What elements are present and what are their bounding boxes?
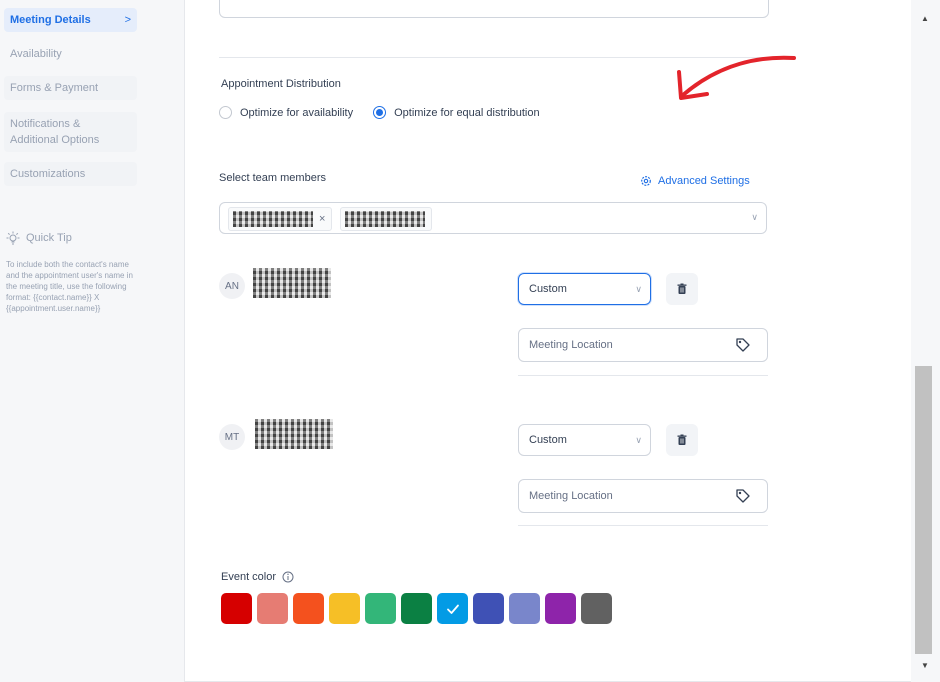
quick-tip-title: Quick Tip: [26, 232, 72, 244]
gear-icon: [641, 176, 651, 186]
chevron-right-icon: >: [124, 14, 131, 26]
color-swatch[interactable]: [473, 593, 504, 624]
team-members-select[interactable]: × ∨: [219, 202, 767, 234]
scroll-down-arrow-icon[interactable]: ▼: [921, 661, 929, 670]
radio-circle-selected[interactable]: [373, 106, 387, 119]
redacted-member-name: [345, 211, 425, 227]
color-swatch[interactable]: [581, 593, 612, 624]
color-swatch[interactable]: [437, 593, 468, 624]
scroll-up-arrow-icon[interactable]: ▲: [921, 14, 929, 23]
member-divider: [518, 525, 768, 526]
advanced-settings-link[interactable]: Advanced Settings: [640, 175, 750, 187]
radio-optimize-availability[interactable]: Optimize for availability: [219, 106, 353, 119]
meeting-location-placeholder: Meeting Location: [529, 339, 613, 351]
color-swatch[interactable]: [401, 593, 432, 624]
radio-label: Optimize for availability: [240, 106, 354, 119]
location-type-value: Custom: [529, 283, 567, 295]
scrollbar[interactable]: ▲ ▼: [911, 0, 940, 681]
trash-icon: [677, 434, 687, 445]
location-type-select[interactable]: Custom ∨: [518, 424, 651, 456]
radio-label: Optimize for equal distribution: [394, 106, 540, 119]
scrollbar-thumb[interactable]: [915, 366, 932, 654]
meeting-location-input[interactable]: Meeting Location: [518, 328, 768, 362]
color-swatch[interactable]: [509, 593, 540, 624]
radio-optimize-equal-distribution[interactable]: Optimize for equal distribution: [373, 106, 540, 119]
distribution-options: Optimize for availability Optimize for e…: [219, 106, 540, 119]
sidebar: Meeting Details > Availability Forms & P…: [0, 0, 150, 681]
chevron-down-icon: ∨: [635, 435, 642, 445]
sidebar-item-meeting-details[interactable]: Meeting Details >: [4, 8, 137, 32]
color-swatch[interactable]: [293, 593, 324, 624]
chevron-down-icon: ∨: [635, 284, 642, 294]
quick-tip-heading: Quick Tip: [6, 231, 72, 245]
distribution-title: Appointment Distribution: [221, 78, 341, 90]
delete-member-button[interactable]: [666, 273, 698, 305]
advanced-settings-label: Advanced Settings: [658, 175, 750, 187]
tag-icon[interactable]: [735, 337, 751, 353]
close-icon[interactable]: ×: [319, 213, 325, 225]
sidebar-item-availability[interactable]: Availability: [4, 46, 137, 62]
redacted-member-name: [253, 268, 331, 298]
member-divider: [518, 375, 768, 376]
team-members-label: Select team members: [219, 172, 326, 184]
chevron-down-icon[interactable]: ∨: [751, 212, 758, 223]
color-swatch[interactable]: [257, 593, 288, 624]
meeting-details-card: Appointment Distribution Optimize for av…: [184, 0, 911, 682]
location-type-value: Custom: [529, 434, 567, 446]
avatar: AN: [219, 273, 245, 299]
member-chip: [340, 207, 432, 231]
radio-circle[interactable]: [219, 106, 232, 119]
color-swatch[interactable]: [365, 593, 396, 624]
avatar: MT: [219, 424, 245, 450]
sidebar-item-notifications[interactable]: Notifications & Additional Options: [4, 112, 137, 152]
meeting-location-placeholder: Meeting Location: [529, 490, 613, 502]
info-icon[interactable]: [282, 571, 294, 583]
redacted-member-name: [255, 419, 333, 449]
delete-member-button[interactable]: [666, 424, 698, 456]
color-swatch[interactable]: [329, 593, 360, 624]
trash-icon: [677, 283, 687, 294]
checkmark-icon: [446, 604, 459, 614]
member-chip: ×: [228, 207, 333, 231]
tag-icon[interactable]: [735, 488, 751, 504]
quick-tip-text: To include both the contact's name and t…: [6, 260, 133, 313]
event-color-label: Event color: [221, 571, 277, 583]
sidebar-item-forms-payment[interactable]: Forms & Payment: [4, 76, 137, 100]
color-swatch[interactable]: [545, 593, 576, 624]
lightbulb-icon: [6, 231, 20, 245]
sidebar-item-label: Meeting Details: [10, 14, 91, 26]
previous-field-input[interactable]: [219, 0, 769, 18]
event-color-heading: Event color: [221, 571, 294, 583]
event-color-swatches: [221, 593, 612, 624]
meeting-location-input[interactable]: Meeting Location: [518, 479, 768, 513]
sidebar-item-customizations[interactable]: Customizations: [4, 162, 137, 186]
annotation-arrow-icon: [677, 55, 796, 100]
location-type-select[interactable]: Custom ∨: [518, 273, 651, 305]
redacted-member-name: [233, 211, 313, 227]
color-swatch[interactable]: [221, 593, 252, 624]
